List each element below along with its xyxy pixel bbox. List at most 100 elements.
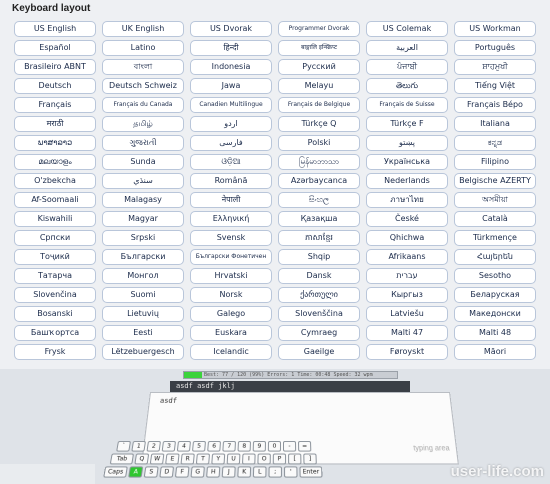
- layout-button[interactable]: US Workman: [454, 21, 536, 37]
- layout-button[interactable]: Malti 47: [366, 325, 448, 341]
- layout-button[interactable]: Euskara: [190, 325, 272, 341]
- layout-button[interactable]: Frysk: [14, 344, 96, 360]
- layout-button[interactable]: Français Bépo: [454, 97, 536, 113]
- layout-button[interactable]: ภาษาไทย: [366, 192, 448, 208]
- layout-button[interactable]: Türkmençe: [454, 230, 536, 246]
- layout-button[interactable]: Latviešu: [366, 306, 448, 322]
- layout-button[interactable]: ಕನ್ನಡ: [454, 135, 536, 151]
- layout-button[interactable]: Azərbaycanca: [278, 173, 360, 189]
- layout-button[interactable]: Føroyskt: [366, 344, 448, 360]
- layout-button[interactable]: Башҡортса: [14, 325, 96, 341]
- layout-button[interactable]: Polski: [278, 135, 360, 151]
- layout-button[interactable]: Qhichwa: [366, 230, 448, 246]
- layout-button[interactable]: বাংলা: [102, 59, 184, 75]
- layout-button[interactable]: Eesti: [102, 325, 184, 341]
- layout-button[interactable]: Icelandic: [190, 344, 272, 360]
- layout-button[interactable]: Filipino: [454, 154, 536, 170]
- layout-button[interactable]: Srpski: [102, 230, 184, 246]
- layout-button[interactable]: České: [366, 211, 448, 227]
- layout-button[interactable]: O'zbekcha: [14, 173, 96, 189]
- layout-button[interactable]: बाङ्गालि इन्स्क्रिप्ट: [278, 40, 360, 56]
- layout-button[interactable]: Norsk: [190, 287, 272, 303]
- layout-button[interactable]: मराठी: [14, 116, 96, 132]
- layout-button[interactable]: Italiana: [454, 116, 536, 132]
- layout-button[interactable]: Тоҷикӣ: [14, 249, 96, 265]
- layout-button[interactable]: پښتو: [366, 135, 448, 151]
- layout-button[interactable]: Català: [454, 211, 536, 227]
- layout-button[interactable]: Malagasy: [102, 192, 184, 208]
- layout-button[interactable]: ਪੰਜਾਬੀ: [366, 59, 448, 75]
- layout-button[interactable]: Български Фонетичен: [190, 249, 272, 265]
- layout-button[interactable]: Hrvatski: [190, 268, 272, 284]
- layout-button[interactable]: Svensk: [190, 230, 272, 246]
- layout-button[interactable]: Nederlands: [366, 173, 448, 189]
- layout-button[interactable]: नेपाली: [190, 192, 272, 208]
- layout-button[interactable]: Tiếng Việt: [454, 78, 536, 94]
- layout-button[interactable]: Slovenčina: [14, 287, 96, 303]
- layout-button[interactable]: Кыргыз: [366, 287, 448, 303]
- layout-button[interactable]: Melayu: [278, 78, 360, 94]
- layout-button[interactable]: မြန်မာဘာသာ: [278, 154, 360, 170]
- layout-button[interactable]: Монгол: [102, 268, 184, 284]
- layout-button[interactable]: UK English: [102, 21, 184, 37]
- layout-button[interactable]: Türkçe F: [366, 116, 448, 132]
- layout-button[interactable]: Français: [14, 97, 96, 113]
- layout-button[interactable]: Sunda: [102, 154, 184, 170]
- layout-button[interactable]: Māori: [454, 344, 536, 360]
- layout-button[interactable]: Sesotho: [454, 268, 536, 284]
- layout-button[interactable]: Belgische AZERTY: [454, 173, 536, 189]
- layout-button[interactable]: Deutsch Schweiz: [102, 78, 184, 94]
- layout-button[interactable]: Gaeilge: [278, 344, 360, 360]
- layout-button[interactable]: Беларуская: [454, 287, 536, 303]
- layout-button[interactable]: Jawa: [190, 78, 272, 94]
- layout-button[interactable]: Türkçe Q: [278, 116, 360, 132]
- layout-button[interactable]: Српски: [14, 230, 96, 246]
- layout-button[interactable]: Македонски: [454, 306, 536, 322]
- layout-button[interactable]: US Colemak: [366, 21, 448, 37]
- layout-button[interactable]: മലയാളം: [14, 154, 96, 170]
- layout-button[interactable]: Shqip: [278, 249, 360, 265]
- layout-button[interactable]: Română: [190, 173, 272, 189]
- layout-button[interactable]: ਸ਼ਾਹਮੁਖੀ: [454, 59, 536, 75]
- layout-button[interactable]: Português: [454, 40, 536, 56]
- layout-button[interactable]: Русский: [278, 59, 360, 75]
- layout-button[interactable]: Afrikaans: [366, 249, 448, 265]
- layout-button[interactable]: Français de Suisse: [366, 97, 448, 113]
- layout-button[interactable]: Deutsch: [14, 78, 96, 94]
- layout-button[interactable]: ភាសាខ្មែរ: [278, 230, 360, 246]
- layout-button[interactable]: Suomi: [102, 287, 184, 303]
- layout-button[interactable]: Қазақша: [278, 211, 360, 227]
- layout-button[interactable]: Lietuvių: [102, 306, 184, 322]
- layout-button[interactable]: தமிழ்: [102, 116, 184, 132]
- layout-button[interactable]: Canadien Multilingue: [190, 97, 272, 113]
- layout-button[interactable]: Programmer Dvorak: [278, 21, 360, 37]
- layout-button[interactable]: Հայերեն: [454, 249, 536, 265]
- layout-button[interactable]: Ελληνική: [190, 211, 272, 227]
- layout-button[interactable]: Indonesia: [190, 59, 272, 75]
- layout-button[interactable]: Lëtzebuergesch: [102, 344, 184, 360]
- layout-button[interactable]: US English: [14, 21, 96, 37]
- layout-button[interactable]: ພາສາລາວ: [14, 135, 96, 151]
- layout-button[interactable]: ქართული: [278, 287, 360, 303]
- layout-button[interactable]: অসমীয়া: [454, 192, 536, 208]
- layout-button[interactable]: Latino: [102, 40, 184, 56]
- layout-button[interactable]: తెలుగు: [366, 78, 448, 94]
- layout-button[interactable]: हिन्दी: [190, 40, 272, 56]
- layout-button[interactable]: فارسی: [190, 135, 272, 151]
- layout-button[interactable]: සිංහල: [278, 192, 360, 208]
- layout-button[interactable]: Українська: [366, 154, 448, 170]
- layout-button[interactable]: Magyar: [102, 211, 184, 227]
- layout-button[interactable]: Kiswahili: [14, 211, 96, 227]
- layout-button[interactable]: Slovenščina: [278, 306, 360, 322]
- layout-button[interactable]: Brasileiro ABNT: [14, 59, 96, 75]
- layout-button[interactable]: Français de Belgique: [278, 97, 360, 113]
- layout-button[interactable]: Malti 48: [454, 325, 536, 341]
- layout-button[interactable]: سنڌي: [102, 173, 184, 189]
- layout-button[interactable]: עברית: [366, 268, 448, 284]
- layout-button[interactable]: Español: [14, 40, 96, 56]
- layout-button[interactable]: Français du Canada: [102, 97, 184, 113]
- layout-button[interactable]: Dansk: [278, 268, 360, 284]
- layout-button[interactable]: العربية: [366, 40, 448, 56]
- layout-button[interactable]: Bosanski: [14, 306, 96, 322]
- layout-button[interactable]: Cymraeg: [278, 325, 360, 341]
